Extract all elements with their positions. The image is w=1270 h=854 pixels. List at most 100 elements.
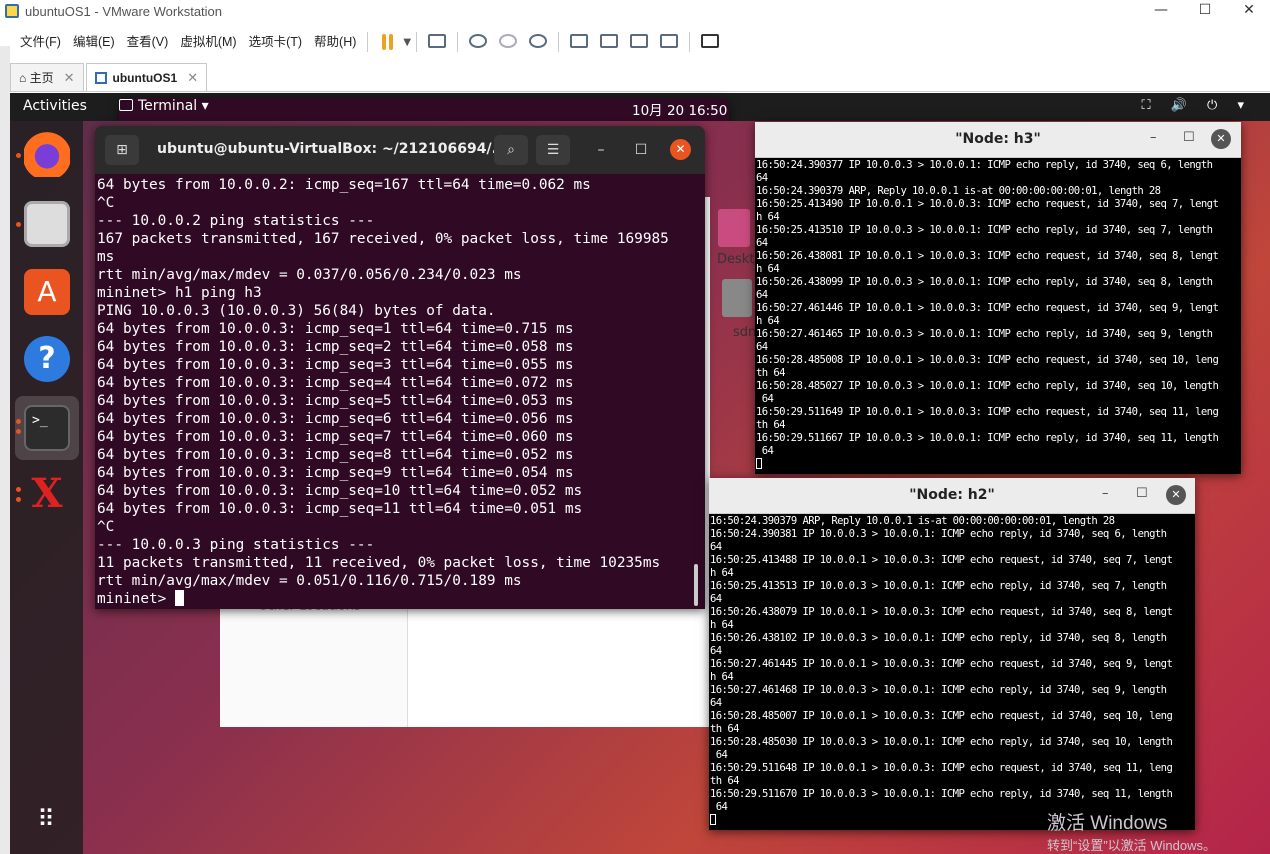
terminal-window: ⊞ ubuntu@ubuntu-VirtualBox: ~/212106694/… — [95, 126, 705, 609]
output-line: 64 bytes from 10.0.0.2: icmp_seq=167 ttl… — [97, 177, 591, 193]
output-line: 64 bytes from 10.0.0.3: icmp_seq=1 ttl=6… — [97, 321, 574, 337]
output-line: 11 packets transmitted, 11 received, 0% … — [97, 555, 661, 571]
output-line: 64 — [761, 445, 774, 457]
new-tab-icon[interactable]: ⊞ — [105, 135, 139, 165]
firefox-icon[interactable] — [24, 131, 70, 177]
output-line: 16:50:29.511648 IP 10.0.0.1 > 10.0.0.3: … — [710, 762, 1173, 774]
close-button[interactable]: ✕ — [1226, 0, 1270, 22]
pause-icon[interactable] — [376, 30, 400, 54]
node-h3-window: "Node: h3" – ☐ ✕ 16:50:24.390377 IP 10.0… — [755, 122, 1241, 474]
output-line: --- 10.0.0.3 ping statistics --- — [97, 537, 375, 553]
maximize-button[interactable]: ☐ — [1183, 130, 1195, 145]
output-line: rtt min/avg/max/mdev = 0.037/0.056/0.234… — [97, 267, 522, 283]
activation-watermark: 激活 Windows — [1047, 813, 1168, 834]
output-line: 64 bytes from 10.0.0.3: icmp_seq=6 ttl=6… — [97, 411, 574, 427]
close-icon[interactable]: ✕ — [187, 70, 198, 86]
vm-icon — [94, 71, 107, 84]
dock: A ? >_ X ⠿ — [10, 121, 83, 854]
home-icon: ⌂ — [19, 70, 30, 85]
vmware-titlebar: ubuntuOS1 - VMware Workstation — ☐ ✕ — [0, 0, 1270, 22]
node-h3-output[interactable]: 16:50:24.390377 IP 10.0.0.3 > 10.0.0.1: … — [755, 158, 1241, 471]
sdn-folder-icon[interactable] — [722, 279, 752, 317]
terminal-output[interactable]: 64 bytes from 10.0.0.2: icmp_seq=167 ttl… — [95, 174, 705, 608]
app-icon[interactable]: X — [24, 471, 70, 517]
node-h2-titlebar: "Node: h2" – ☐ ✕ — [709, 478, 1195, 514]
chevron-down-icon[interactable]: ▼ — [403, 37, 411, 48]
unity-icon[interactable] — [657, 30, 681, 54]
output-line: 64 — [756, 172, 768, 184]
output-line: th 64 — [756, 367, 785, 379]
output-line: 16:50:28.485007 IP 10.0.0.1 > 10.0.0.3: … — [710, 710, 1173, 722]
menu-file[interactable]: 文件(F) — [14, 26, 67, 58]
output-line: ^C — [97, 519, 115, 535]
fullscreen-icon[interactable] — [627, 30, 651, 54]
menu-tabs[interactable]: 选项卡(T) — [243, 26, 308, 58]
output-line: 16:50:26.438079 IP 10.0.0.1 > 10.0.0.3: … — [710, 606, 1173, 618]
hamburger-menu-icon[interactable]: ☰ — [536, 135, 570, 165]
output-line: 64 bytes from 10.0.0.3: icmp_seq=2 ttl=6… — [97, 339, 574, 355]
terminal-icon[interactable]: >_ — [24, 405, 70, 451]
system-tray[interactable]: ⛶ 🔊 ⏻ ▾ — [1142, 98, 1253, 113]
terminal-headerbar: ⊞ ubuntu@ubuntu-VirtualBox: ~/212106694/… — [95, 126, 705, 174]
node-h2-title: "Node: h2" — [909, 487, 995, 503]
desktop-folder-icon[interactable] — [718, 209, 750, 247]
output-line: 16:50:24.390381 IP 10.0.0.3 > 10.0.0.1: … — [710, 528, 1167, 540]
sidebar-toggle-icon[interactable] — [567, 30, 591, 54]
cursor — [756, 458, 762, 469]
maximize-button[interactable]: ☐ — [1182, 0, 1228, 22]
output-line: 16:50:25.413510 IP 10.0.0.3 > 10.0.0.1: … — [756, 224, 1213, 236]
maximize-button[interactable]: ☐ — [1136, 486, 1148, 501]
send-keys-icon[interactable] — [425, 30, 449, 54]
output-line: 64 bytes from 10.0.0.3: icmp_seq=5 ttl=6… — [97, 393, 574, 409]
output-line: rtt min/avg/max/mdev = 0.051/0.116/0.715… — [97, 573, 522, 589]
snapshot-manager-icon[interactable] — [526, 30, 550, 54]
desktop-folder-label: Deskt — [717, 252, 755, 267]
tab-home[interactable]: ⌂ 主页 ✕ — [10, 63, 84, 91]
close-icon[interactable]: ✕ — [64, 70, 75, 86]
output-line: 64 — [761, 393, 774, 405]
menu-vm[interactable]: 虚拟机(M) — [174, 26, 242, 58]
output-line: h 64 — [710, 671, 734, 683]
vmware-app-icon — [5, 4, 19, 18]
minimize-button[interactable]: – — [1102, 486, 1109, 501]
output-line: 16:50:24.390379 ARP, Reply 10.0.0.1 is-a… — [756, 185, 1161, 197]
revert-snapshot-icon[interactable] — [496, 30, 520, 54]
tab-ubuntuos1[interactable]: ubuntuOS1 ✕ — [85, 63, 208, 91]
clock[interactable]: 10月 20 16:50 — [632, 99, 727, 119]
grid-icon[interactable]: ⠿ — [24, 796, 70, 842]
window-title: ubuntuOS1 - VMware Workstation — [25, 3, 223, 19]
gnome-topbar: Activities Terminal ▾ 10月 20 16:50 ⛶ 🔊 ⏻… — [10, 93, 1270, 581]
output-line: 64 bytes from 10.0.0.3: icmp_seq=9 ttl=6… — [97, 465, 574, 481]
close-button[interactable]: ✕ — [1166, 485, 1186, 505]
menu-help[interactable]: 帮助(H) — [308, 26, 362, 58]
close-button[interactable]: ✕ — [1211, 129, 1231, 149]
output-line: th 64 — [756, 419, 785, 431]
output-line: 16:50:25.413488 IP 10.0.0.1 > 10.0.0.3: … — [710, 554, 1173, 566]
output-line: 16:50:29.511670 IP 10.0.0.3 > 10.0.0.1: … — [710, 788, 1173, 800]
activities-button[interactable]: Activities — [23, 98, 87, 114]
output-line: PING 10.0.0.3 (10.0.0.3) 56(84) bytes of… — [97, 303, 496, 319]
sdn-folder-label: sdn — [733, 325, 757, 340]
output-line: 16:50:26.438099 IP 10.0.0.3 > 10.0.0.1: … — [756, 276, 1213, 288]
view-options-icon[interactable] — [698, 30, 722, 54]
tab-home-label: 主页 — [29, 71, 54, 85]
menu-view[interactable]: 查看(V) — [121, 26, 175, 58]
minimize-button[interactable]: — — [1138, 0, 1184, 22]
files-icon[interactable] — [24, 201, 70, 247]
snapshot-icon[interactable] — [466, 30, 490, 54]
help-icon[interactable]: ? — [24, 336, 70, 382]
node-h2-output[interactable]: 16:50:24.390379 ARP, Reply 10.0.0.1 is-a… — [709, 514, 1195, 827]
maximize-button[interactable]: ☐ — [624, 135, 658, 165]
output-line: h 64 — [756, 315, 780, 327]
close-button[interactable]: ✕ — [670, 139, 691, 160]
output-line: h 64 — [756, 211, 780, 223]
menu-edit[interactable]: 编辑(E) — [67, 26, 121, 58]
minimize-button[interactable]: – — [584, 135, 618, 165]
terminal-scrollbar[interactable] — [694, 564, 698, 606]
output-line: 16:50:26.438081 IP 10.0.0.1 > 10.0.0.3: … — [756, 250, 1219, 262]
search-icon[interactable]: ⌕ — [494, 135, 528, 165]
console-view-icon[interactable] — [597, 30, 621, 54]
minimize-button[interactable]: – — [1150, 130, 1157, 145]
output-line: 64 — [710, 697, 722, 709]
software-icon[interactable]: A — [24, 269, 70, 315]
